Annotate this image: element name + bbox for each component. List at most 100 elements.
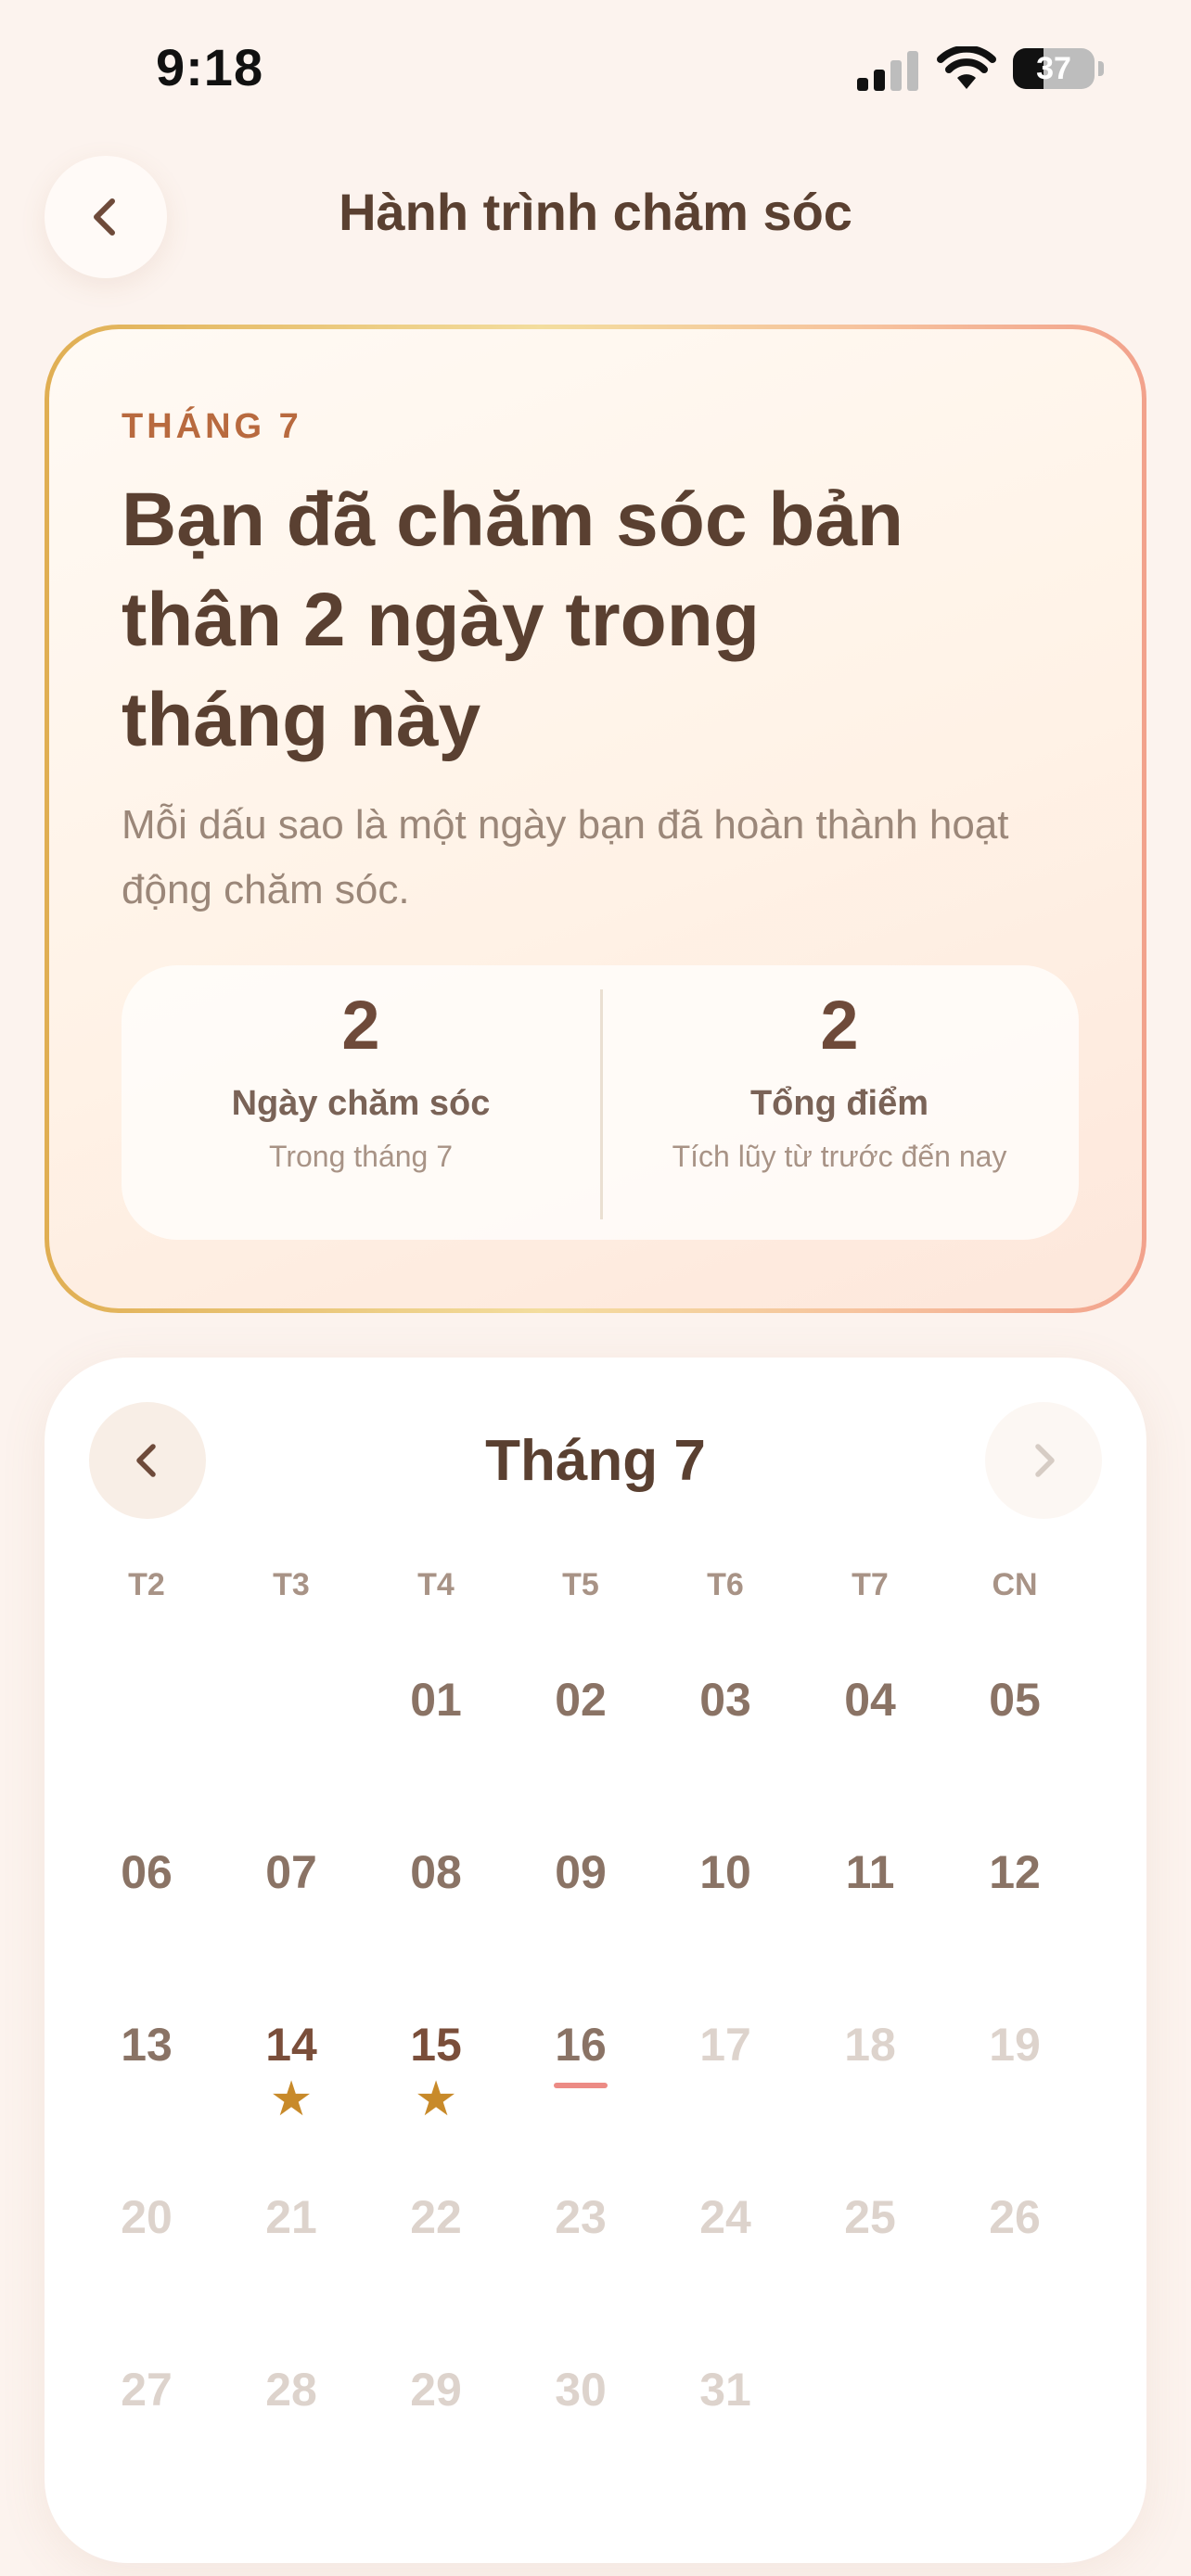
stat-label: Tổng điểm bbox=[749, 1084, 929, 1123]
calendar-day-number: 11 bbox=[845, 1846, 895, 1898]
stats-panel: 2 Ngày chăm sóc Trong tháng 7 2 Tổng điể… bbox=[122, 965, 1079, 1240]
calendar-day-number: 15 bbox=[410, 2019, 462, 2071]
calendar-day-cell[interactable]: 03 bbox=[653, 1673, 798, 1845]
chevron-right-icon bbox=[1035, 1444, 1055, 1477]
calendar-day-cell[interactable]: 15 ★ bbox=[364, 2018, 508, 2190]
calendar-day-number: 09 bbox=[555, 1846, 607, 1898]
calendar-day-cell: 20 bbox=[74, 2190, 219, 2363]
calendar-day-cell: 22 bbox=[364, 2190, 508, 2363]
calendar-day-cell[interactable]: 07 bbox=[219, 1845, 364, 2018]
calendar-day-number: 10 bbox=[699, 1846, 751, 1898]
calendar-day-number: 03 bbox=[699, 1674, 751, 1726]
summary-subtext: Mỗi dấu sao là một ngày bạn đã hoàn thàn… bbox=[122, 802, 1009, 912]
stat-sublabel: Trong tháng 7 bbox=[268, 1140, 454, 1173]
weekday-label: T7 bbox=[852, 1567, 889, 1602]
calendar-day-number: 25 bbox=[844, 2191, 896, 2243]
weekday-label: T6 bbox=[707, 1567, 744, 1602]
weekday-label: T2 bbox=[128, 1567, 165, 1602]
calendar-day-cell[interactable]: 01 bbox=[364, 1673, 508, 1845]
calendar-month-title: Tháng 7 bbox=[485, 1429, 706, 1493]
calendar-day-number: 16 bbox=[555, 2019, 607, 2071]
calendar-day-cell: 25 bbox=[798, 2190, 942, 2363]
calendar-day-cell[interactable]: 11 bbox=[798, 1845, 942, 2018]
calendar-day-cell[interactable]: 14 ★ bbox=[219, 2018, 364, 2190]
page-title: Hành trình chăm sóc bbox=[339, 183, 852, 241]
today-indicator bbox=[554, 2083, 608, 2088]
next-month-button[interactable] bbox=[985, 1402, 1102, 1519]
calendar-grid: 01 02 03 04 05 06 07 08 09 10 11 12 13 14 ★ 15 ★ 16 17 18 19… bbox=[74, 1673, 1117, 2535]
summary-card: THÁNG 7 Bạn đã chăm sóc bản thân 2 ngày … bbox=[45, 325, 1146, 1313]
calendar-week-row: 01 02 03 04 05 bbox=[74, 1673, 1117, 1845]
weekday-label: CN bbox=[992, 1567, 1038, 1602]
cellular-signal-icon bbox=[857, 51, 918, 91]
calendar-day-number: 08 bbox=[410, 1846, 462, 1898]
calendar-day-number: 18 bbox=[844, 2019, 896, 2071]
weekday-label: T4 bbox=[417, 1567, 455, 1602]
status-bar: 9:18 37 bbox=[0, 0, 1191, 139]
status-time: 9:18 bbox=[156, 38, 264, 96]
calendar-day-number: 13 bbox=[121, 2019, 173, 2071]
calendar-day-cell: 21 bbox=[219, 2190, 364, 2363]
calendar-day-cell[interactable]: 05 bbox=[942, 1673, 1087, 1845]
calendar-week-row: 27 28 29 30 31 bbox=[74, 2363, 1117, 2535]
calendar-day-number: 04 bbox=[844, 1674, 896, 1726]
calendar-week-row: 20 21 22 23 24 25 26 bbox=[74, 2190, 1117, 2363]
stat-care-days: 2 Ngày chăm sóc Trong tháng 7 bbox=[122, 965, 600, 1240]
calendar-day-cell: 28 bbox=[219, 2363, 364, 2535]
calendar-empty-cell bbox=[74, 1673, 219, 1845]
calendar-day-number: 20 bbox=[121, 2191, 173, 2243]
calendar-empty-cell bbox=[942, 2363, 1087, 2535]
calendar-day-number: 05 bbox=[989, 1674, 1041, 1726]
battery-level: 37 bbox=[1036, 51, 1071, 86]
calendar-day-cell[interactable]: 12 bbox=[942, 1845, 1087, 2018]
calendar-day-cell[interactable]: 02 bbox=[508, 1673, 653, 1845]
calendar-week-row: 13 14 ★ 15 ★ 16 17 18 19 bbox=[74, 2018, 1117, 2190]
calendar-week-row: 06 07 08 09 10 11 12 bbox=[74, 1845, 1117, 2018]
calendar-day-number: 06 bbox=[121, 1846, 173, 1898]
calendar-day-number: 26 bbox=[989, 2191, 1041, 2243]
stat-sublabel: Tích lũy từ trước đến nay bbox=[672, 1140, 1007, 1173]
calendar-day-cell: 31 bbox=[653, 2363, 798, 2535]
calendar-day-number: 19 bbox=[989, 2019, 1041, 2071]
calendar-day-cell: 24 bbox=[653, 2190, 798, 2363]
stat-label: Ngày chăm sóc bbox=[231, 1084, 491, 1123]
summary-card-body: THÁNG 7 Bạn đã chăm sóc bản thân 2 ngày … bbox=[49, 329, 1142, 1308]
star-icon: ★ bbox=[269, 2072, 314, 2126]
summary-headline: Bạn đã chăm sóc bản thân 2 ngày trong th… bbox=[122, 478, 904, 762]
weekday-label: T5 bbox=[562, 1567, 599, 1602]
calendar-day-number: 22 bbox=[410, 2191, 462, 2243]
calendar-empty-cell bbox=[798, 2363, 942, 2535]
calendar-day-cell[interactable]: 10 bbox=[653, 1845, 798, 2018]
calendar-day-cell[interactable]: 09 bbox=[508, 1845, 653, 2018]
calendar-day-cell[interactable]: 06 bbox=[74, 1845, 219, 2018]
calendar-card: Tháng 7 T2 T3 T4 T5 T6 T7 CN 01 02 03 04 05 0… bbox=[45, 1358, 1146, 2563]
calendar-day-cell: 17 bbox=[653, 2018, 798, 2190]
calendar-day-cell: 27 bbox=[74, 2363, 219, 2535]
calendar-day-cell: 23 bbox=[508, 2190, 653, 2363]
calendar-day-cell: 19 bbox=[942, 2018, 1087, 2190]
calendar-day-number: 24 bbox=[699, 2191, 751, 2243]
star-icon: ★ bbox=[414, 2072, 458, 2126]
calendar-day-number: 23 bbox=[555, 2191, 607, 2243]
calendar-day-number: 31 bbox=[699, 2364, 751, 2416]
stat-total-points: 2 Tổng điểm Tích lũy từ trước đến nay bbox=[600, 965, 1079, 1240]
calendar-day-cell[interactable]: 04 bbox=[798, 1673, 942, 1845]
calendar-day-cell: 30 bbox=[508, 2363, 653, 2535]
calendar-day-cell[interactable]: 16 bbox=[508, 2018, 653, 2190]
calendar-day-number: 28 bbox=[265, 2364, 317, 2416]
calendar-empty-cell bbox=[219, 1673, 364, 1845]
calendar-day-cell[interactable]: 08 bbox=[364, 1845, 508, 2018]
battery-cap bbox=[1098, 61, 1104, 76]
battery-icon: 37 bbox=[1013, 48, 1095, 89]
stat-value: 2 bbox=[341, 987, 380, 1064]
weekday-header: T2 T3 T4 T5 T6 T7 CN bbox=[74, 1567, 1117, 1603]
calendar-day-number: 27 bbox=[121, 2364, 173, 2416]
calendar-day-cell[interactable]: 13 bbox=[74, 2018, 219, 2190]
month-label: THÁNG 7 bbox=[122, 407, 302, 446]
calendar-day-number: 14 bbox=[265, 2019, 317, 2071]
wifi-icon bbox=[937, 46, 996, 89]
calendar-day-number: 02 bbox=[555, 1674, 607, 1726]
calendar-day-number: 30 bbox=[555, 2364, 607, 2416]
calendar-day-number: 29 bbox=[410, 2364, 462, 2416]
calendar-day-cell: 26 bbox=[942, 2190, 1087, 2363]
